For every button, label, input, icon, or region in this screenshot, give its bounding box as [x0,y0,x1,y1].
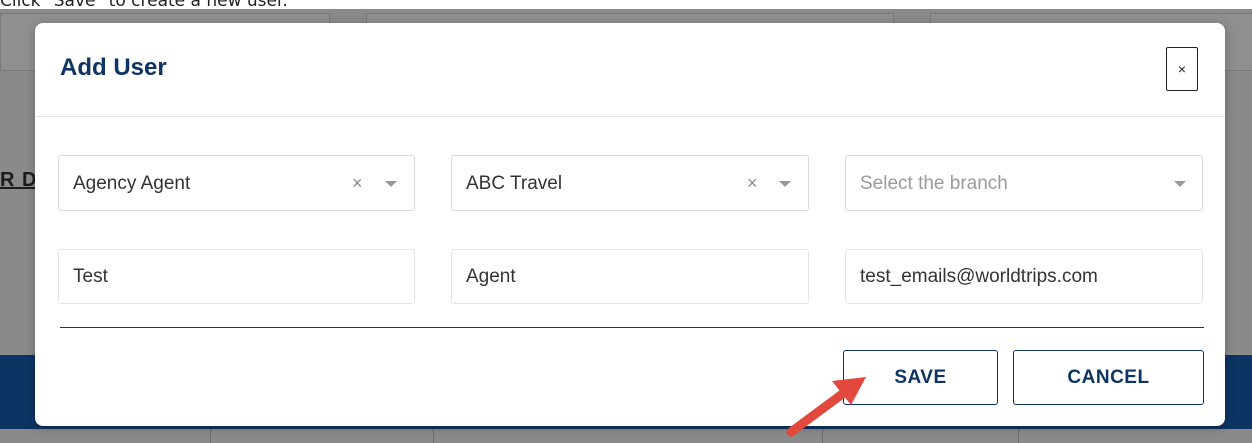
close-icon: × [1177,61,1187,77]
dialog-title: Add User [60,54,167,81]
save-button[interactable]: SAVE [843,350,998,405]
agency-select-value: ABC Travel [466,173,563,194]
agency-select[interactable]: ABC Travel × [451,155,809,211]
chevron-down-icon[interactable] [779,181,791,187]
instruction-text: Click "Save" to create a new user. [0,0,288,11]
role-select[interactable]: Agency Agent × [58,155,415,211]
background-heading: R D [0,169,38,191]
dialog-header: Add User × [35,23,1225,117]
close-button[interactable]: × [1166,47,1198,91]
role-select-value: Agency Agent [73,173,191,194]
background-grid-line [433,429,434,443]
background-grid-line [210,429,211,443]
background-grid-line [822,429,823,443]
footer-divider [60,327,1204,328]
branch-select[interactable]: Select the branch [845,155,1203,211]
cancel-button[interactable]: CANCEL [1013,350,1204,405]
last-name-input[interactable] [451,249,809,304]
clear-icon[interactable]: × [747,156,758,211]
clear-icon[interactable]: × [352,156,363,211]
chevron-down-icon[interactable] [1174,181,1186,187]
add-user-dialog: Add User × Agency Agent × ABC Travel × S… [35,23,1225,426]
email-input[interactable] [845,249,1203,304]
chevron-down-icon[interactable] [385,181,397,187]
branch-select-placeholder: Select the branch [860,173,1008,194]
first-name-input[interactable] [58,249,415,304]
background-grid-line [1018,429,1019,443]
